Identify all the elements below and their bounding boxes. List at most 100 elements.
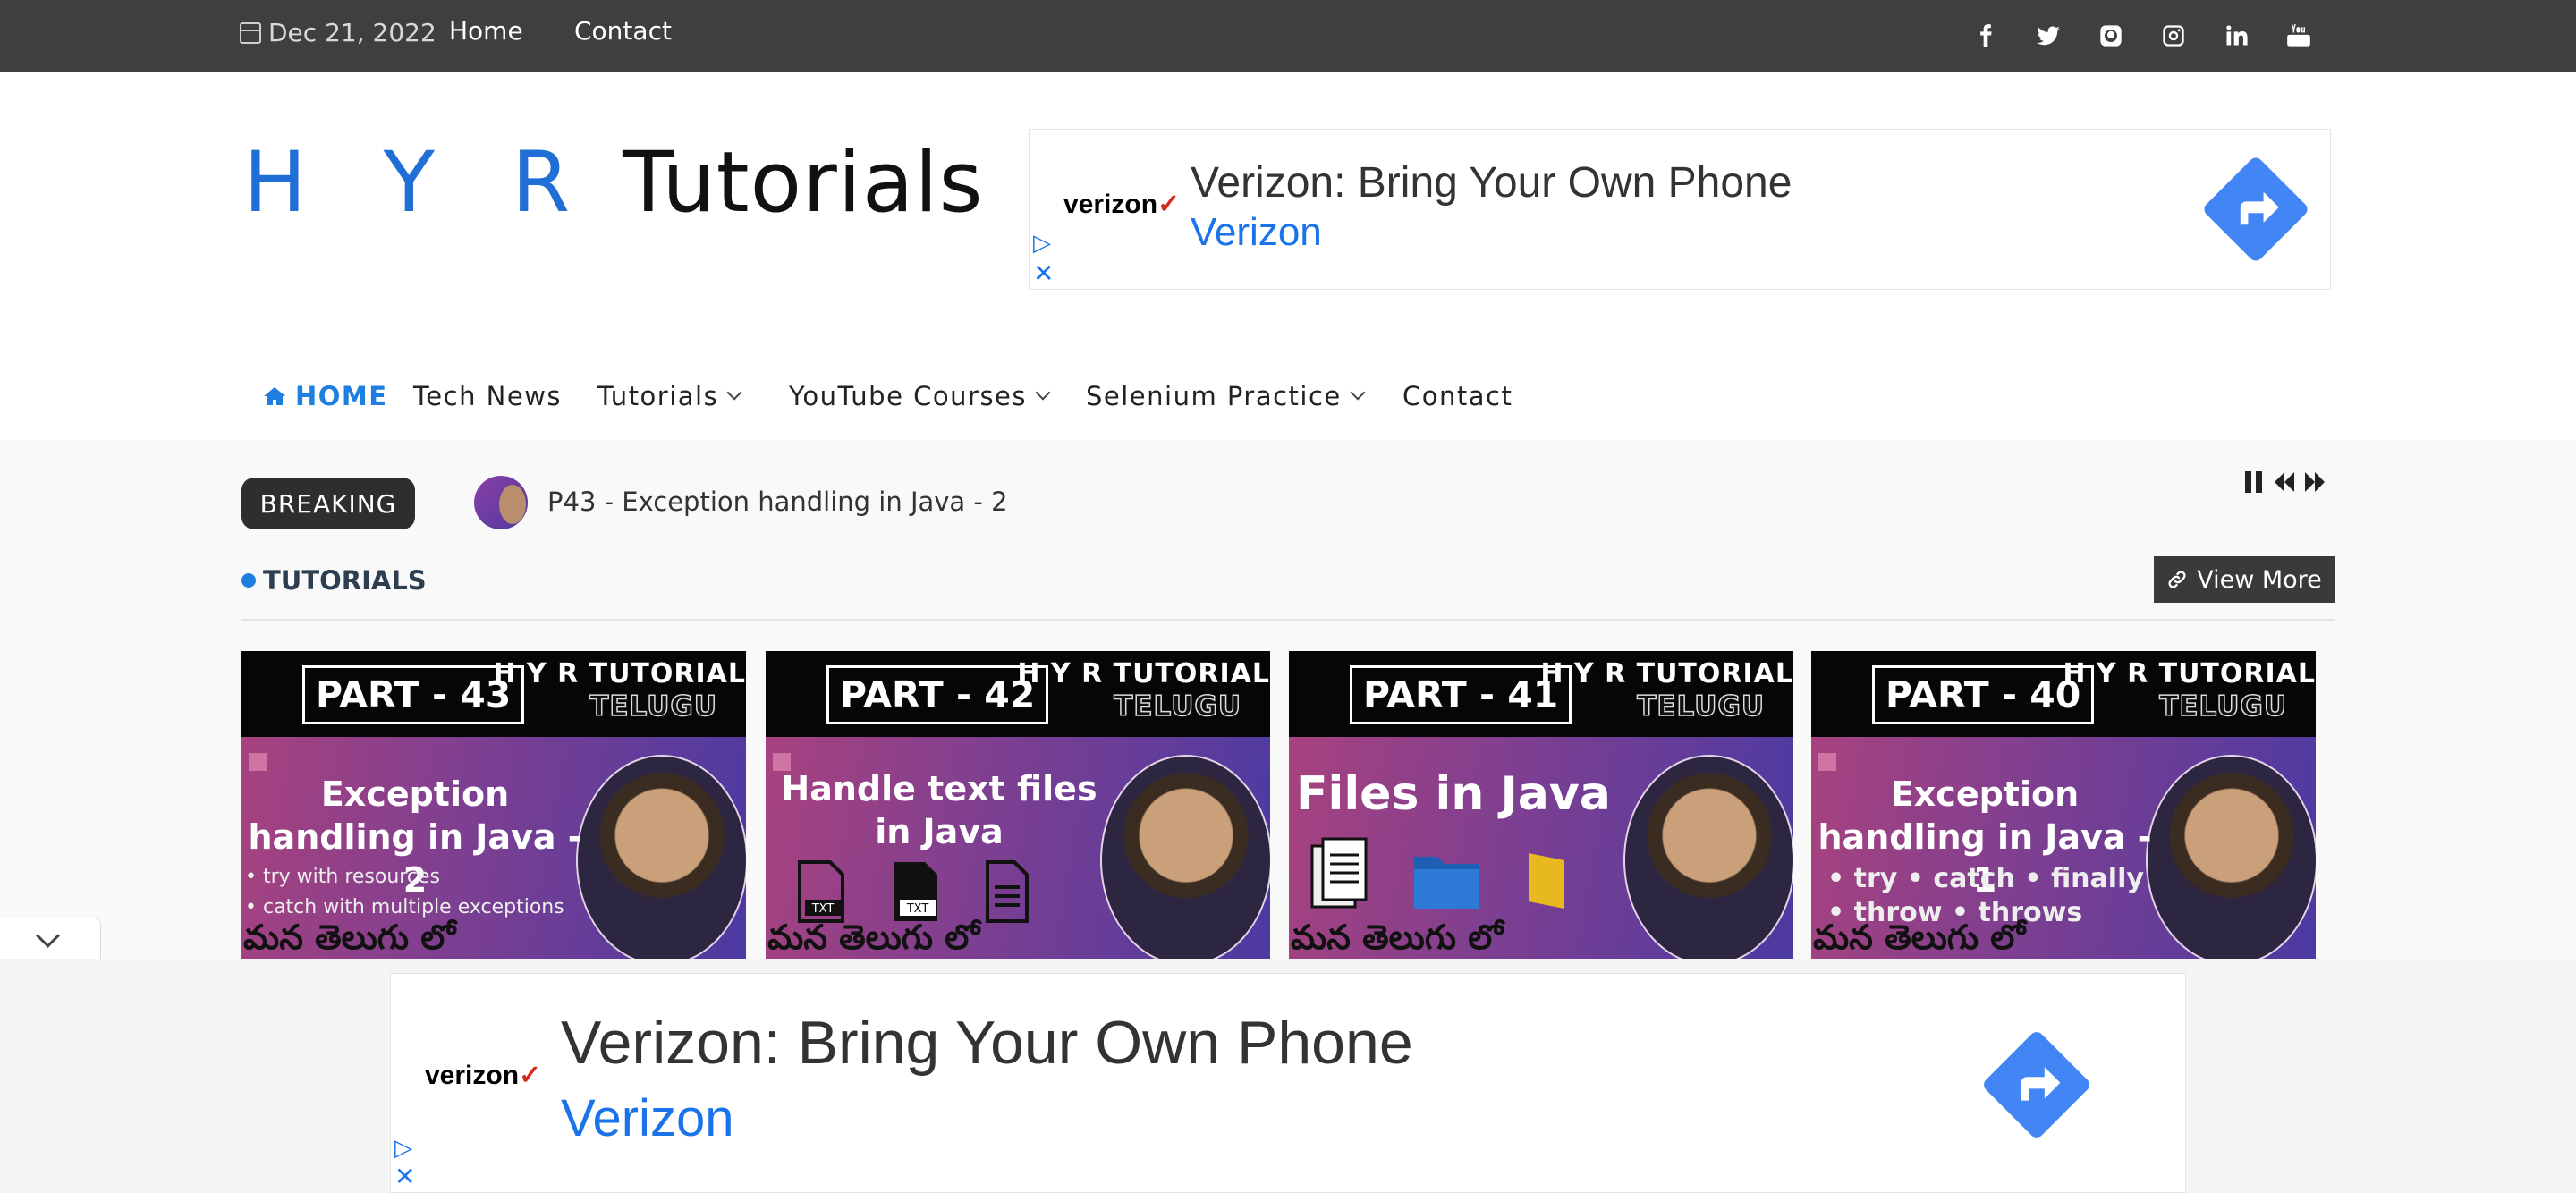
ad-go-button[interactable] bbox=[2201, 155, 2310, 264]
main-nav: HOME Tech News Tutorials YouTube Courses… bbox=[0, 367, 2576, 440]
ad-brand[interactable]: Verizon bbox=[561, 1088, 733, 1148]
github-icon[interactable] bbox=[2093, 18, 2129, 54]
card-footer-text: మన తెలుగు లో bbox=[243, 918, 456, 957]
ticker-headline[interactable]: P43 - Exception handling in Java - 2 bbox=[547, 487, 1008, 517]
logo-tutorials: Tutorials bbox=[595, 134, 984, 232]
nav-label-home: HOME bbox=[295, 381, 388, 411]
presenter-photo bbox=[2146, 755, 2316, 960]
decor-square bbox=[1818, 753, 1836, 771]
nav-item-contact[interactable]: Contact bbox=[1402, 381, 1513, 411]
ad-brand[interactable]: Verizon bbox=[1191, 210, 1322, 255]
bullet-dot-icon bbox=[242, 573, 256, 588]
card-brand: H Y R TUTORIAL bbox=[1540, 658, 1793, 690]
facebook-icon[interactable] bbox=[1968, 18, 2004, 54]
card-brand: H Y R TUTORIAL bbox=[2063, 658, 2316, 690]
chevron-down-icon bbox=[1035, 385, 1051, 401]
tutorial-card[interactable]: PART - 41 H Y R TUTORIAL TELUGU Files in… bbox=[1289, 651, 1793, 960]
calendar-icon bbox=[240, 21, 261, 44]
txt-file-icon: TXT bbox=[798, 860, 844, 923]
twitter-icon[interactable] bbox=[2030, 18, 2066, 54]
previous-icon[interactable] bbox=[2274, 470, 2295, 497]
top-link-home[interactable]: Home bbox=[449, 16, 523, 46]
nav-label-tech-news: Tech News bbox=[413, 381, 563, 411]
nav-item-tutorials[interactable]: Tutorials bbox=[597, 381, 742, 411]
instagram-icon[interactable] bbox=[2156, 18, 2191, 54]
card-language: TELUGU bbox=[1113, 690, 1241, 723]
svg-text:TXT: TXT bbox=[811, 902, 835, 916]
tutorial-card[interactable]: PART - 42 H Y R TUTORIAL TELUGU Handle t… bbox=[766, 651, 1270, 960]
pause-icon[interactable] bbox=[2243, 470, 2265, 497]
home-icon bbox=[264, 387, 285, 405]
card-language: TELUGU bbox=[2158, 690, 2287, 723]
card-footer-text: మన తెలుగు లో bbox=[1291, 918, 1504, 957]
top-link-contact[interactable]: Contact bbox=[574, 16, 672, 46]
arrow-turn-right-icon bbox=[2021, 1067, 2061, 1101]
nav-item-home[interactable]: HOME bbox=[263, 381, 388, 411]
date-text: Dec 21, 2022 bbox=[268, 18, 436, 47]
nav-item-youtube-courses[interactable]: YouTube Courses bbox=[789, 381, 1051, 411]
card-headline: Handle text files in Java bbox=[781, 769, 1097, 851]
ticker-thumbnail[interactable] bbox=[474, 476, 528, 529]
arrow-turn-right-icon bbox=[2240, 191, 2279, 225]
view-more-button[interactable]: View More bbox=[2154, 556, 2334, 603]
ad-title[interactable]: Verizon: Bring Your Own Phone bbox=[561, 1008, 1413, 1078]
verizon-logo: verizon✓ bbox=[425, 1061, 542, 1090]
chevron-down-icon bbox=[1350, 385, 1366, 401]
chevron-down-icon bbox=[36, 924, 60, 948]
card-part-label: PART - 41 bbox=[1350, 665, 1572, 724]
logo-hyr: H Y R bbox=[243, 134, 596, 232]
nav-label-contact: Contact bbox=[1402, 381, 1513, 411]
youtube-icon[interactable] bbox=[2281, 18, 2317, 54]
nav-item-tech-news[interactable]: Tech News bbox=[413, 381, 562, 411]
card-bullet: • try • catch • finally bbox=[1827, 863, 2144, 894]
card-bullets: • try with resources • catch with multip… bbox=[245, 862, 564, 923]
adchoices-icon[interactable]: ▷ bbox=[394, 1135, 412, 1162]
chevron-down-icon bbox=[726, 385, 742, 401]
card-language: TELUGU bbox=[1636, 690, 1765, 723]
top-bar: Dec 21, 2022 Home Contact bbox=[0, 0, 2576, 72]
ad-title[interactable]: Verizon: Bring Your Own Phone bbox=[1191, 158, 1792, 207]
txt-file-icon: TXT bbox=[894, 862, 937, 921]
site-logo[interactable]: H Y R Tutorials bbox=[243, 134, 984, 232]
view-more-label: View More bbox=[2197, 565, 2322, 594]
verizon-logo: verizon✓ bbox=[1063, 190, 1181, 219]
ad-close-icon[interactable]: ✕ bbox=[1033, 258, 1054, 288]
nav-label-youtube-courses: YouTube Courses bbox=[789, 381, 1027, 411]
decor-square bbox=[249, 753, 267, 771]
nav-label-tutorials: Tutorials bbox=[597, 381, 719, 411]
file-icons bbox=[1309, 837, 1575, 912]
header-ad[interactable]: verizon✓ Verizon: Bring Your Own Phone V… bbox=[1029, 129, 2331, 290]
card-footer-text: మన తెలుగు లో bbox=[1813, 918, 2026, 957]
ad-go-button[interactable] bbox=[1980, 1028, 2093, 1141]
nav-item-selenium-practice[interactable]: Selenium Practice bbox=[1086, 381, 1366, 411]
linkedin-icon[interactable] bbox=[2218, 18, 2254, 54]
section-divider bbox=[242, 619, 2334, 621]
link-icon bbox=[2168, 571, 2186, 588]
nav-label-selenium-practice: Selenium Practice bbox=[1086, 381, 1342, 411]
current-date: Dec 21, 2022 bbox=[240, 18, 436, 47]
card-language: TELUGU bbox=[589, 690, 717, 723]
section-title: TUTORIALS bbox=[242, 565, 427, 596]
card-headline: Files in Java bbox=[1296, 767, 1611, 821]
card-brand: H Y R TUTORIAL bbox=[1017, 658, 1270, 690]
section-title-text: TUTORIALS bbox=[263, 565, 427, 596]
collapse-ad-button[interactable] bbox=[0, 918, 101, 961]
text-file-icons: TXT TXT bbox=[794, 860, 1030, 923]
ad-close-icon[interactable]: ✕ bbox=[394, 1162, 415, 1191]
documents-icon bbox=[1310, 837, 1368, 909]
presenter-photo bbox=[1100, 755, 1270, 960]
svg-text:TXT: TXT bbox=[906, 902, 929, 916]
yellow-folder-icon bbox=[1529, 853, 1564, 909]
breaking-badge: BREAKING bbox=[242, 478, 415, 529]
presenter-photo bbox=[1623, 755, 1793, 960]
bottom-ad[interactable]: verizon✓ Verizon: Bring Your Own Phone V… bbox=[390, 973, 2186, 1193]
tutorial-card[interactable]: PART - 40 H Y R TUTORIAL TELUGU Exceptio… bbox=[1811, 651, 2316, 960]
card-footer-text: మన తెలుగు లో bbox=[767, 918, 980, 957]
ticker-controls bbox=[2243, 470, 2326, 497]
next-icon[interactable] bbox=[2304, 470, 2326, 497]
tutorial-card[interactable]: PART - 43 H Y R TUTORIAL TELUGU Exceptio… bbox=[242, 651, 746, 960]
adchoices-icon[interactable]: ▷ bbox=[1033, 230, 1051, 257]
card-part-label: PART - 42 bbox=[826, 665, 1049, 724]
card-part-label: PART - 40 bbox=[1872, 665, 2095, 724]
card-bullet: • try with resources bbox=[245, 866, 440, 888]
